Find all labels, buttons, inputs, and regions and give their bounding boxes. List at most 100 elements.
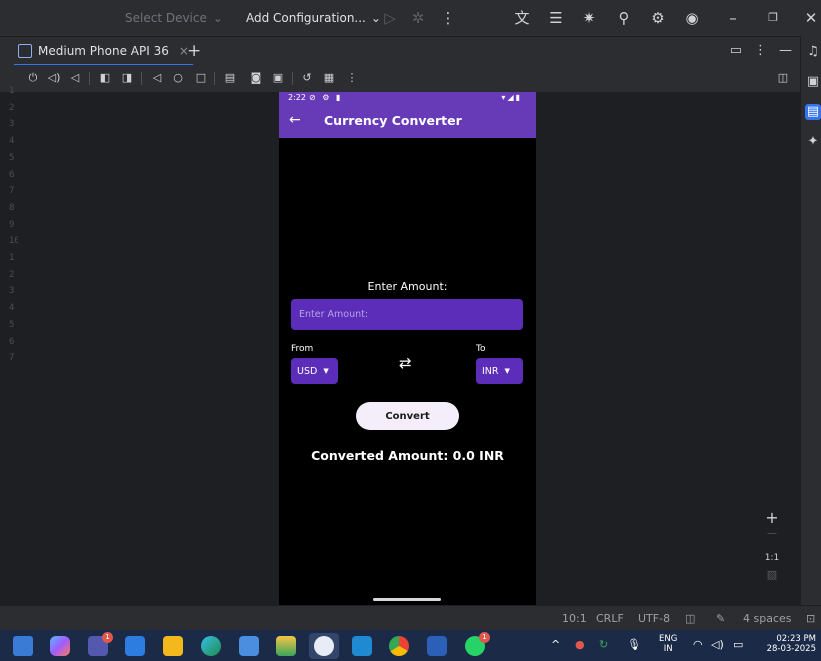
gemini-icon[interactable]: ✦ [805,134,821,150]
minimize-icon[interactable]: – [724,9,742,27]
notepad-icon[interactable] [239,636,259,656]
screenshot-icon[interactable]: ◙ [249,71,263,85]
settings-gear-icon[interactable]: ⚙ [649,9,667,27]
file-explorer-icon[interactable] [163,636,183,656]
zoom-fit-icon[interactable]: ▨ [760,568,784,588]
android-studio-icon[interactable] [314,636,334,656]
line-number: 3 [9,286,15,297]
from-label: From [291,344,314,354]
chrome-icon[interactable] [389,636,409,656]
volume-up-icon[interactable]: ◁) [47,71,61,85]
convert-button[interactable]: Convert [356,402,459,430]
read-only-icon[interactable]: ◫ [685,612,695,625]
copilot-icon[interactable] [50,636,70,656]
tray-app-icon[interactable]: ● [575,638,585,651]
snapshot-icon[interactable]: ↺ [300,71,314,85]
back-nav-icon[interactable]: ◁ [150,71,164,85]
screen-record-icon[interactable]: ▣ [271,71,285,85]
right-tool-strip: ♫ ▣ ▤ ✦ [800,36,821,605]
from-currency-dropdown[interactable]: USD ▼ [291,358,338,384]
volume-down-icon[interactable]: ◁ [68,71,82,85]
amount-input[interactable] [291,299,523,330]
clock-date: 28-03-2025 [766,644,816,654]
indent-setting[interactable]: 4 spaces [743,612,792,625]
volume-icon[interactable]: ◁) [711,638,724,651]
power-icon[interactable]: ⏻ [26,71,40,85]
word-icon[interactable] [427,636,447,656]
close-window-icon[interactable]: ✕ [802,9,820,27]
device-selector[interactable]: Select Device ⌄ [125,11,223,25]
battery-icon[interactable]: ▭ [733,638,743,651]
file-encoding[interactable]: UTF-8 [638,612,670,625]
more-options-icon[interactable]: ⋮ [439,9,457,27]
gesture-navigation-bar[interactable] [373,598,441,601]
run-icon[interactable]: ▷ [381,9,399,27]
show-hidden-icons-icon[interactable]: ^ [551,638,560,651]
account-icon[interactable]: ◉ [683,9,701,27]
tray-sync-icon[interactable]: ↻ [599,638,608,651]
line-number: 6 [9,169,15,180]
extended-controls-icon[interactable]: ▦ [322,71,336,85]
microphone-icon[interactable]: 🎙︎ [627,638,641,651]
restore-icon[interactable]: ❐ [764,9,782,27]
line-number: 1 [9,253,15,263]
build-icon[interactable]: ☰ [547,9,565,27]
window-layout-icon[interactable]: ▭ [730,43,742,58]
device-manager-icon[interactable]: ▣ [805,74,821,90]
run-configuration-selector[interactable]: Add Configuration... ⌄ [246,11,381,25]
app-title: Currency Converter [324,113,462,128]
phone-device-icon [18,43,32,58]
teams-badge: 1 [102,632,113,643]
vscode-icon[interactable] [352,636,372,656]
wifi-icon[interactable]: ◠ [693,638,703,651]
clock[interactable]: 02:23 PM 28-03-2025 [767,634,816,654]
more-options-icon[interactable]: ⋮ [345,71,359,85]
cursor-position[interactable]: 10:1 [562,612,587,625]
input-language[interactable]: ENG IN [659,634,677,654]
app-inspection-icon[interactable]: ✷ [580,9,598,27]
zoom-out-icon[interactable]: — [760,528,784,548]
line-number: 1 [9,86,15,96]
more-options-icon[interactable]: ⋮ [754,43,767,58]
device-mirroring-icon[interactable]: ◫ [776,71,790,85]
phone-status-bar: 2:22 ⊘ ⚙ ▮ ▾◢▮ [279,92,536,105]
whatsapp-icon[interactable]: 1 [465,632,490,656]
tab-medium-phone[interactable]: Medium Phone API 36 × [14,37,193,66]
phone-screen[interactable]: 2:22 ⊘ ⚙ ▮ ▾◢▮ ← Currency Converter Ente… [279,92,536,605]
zoom-actual-size[interactable]: 1:1 [760,548,784,568]
line-number: 8 [9,202,15,213]
line-number: 2 [9,102,15,113]
tab-label: Medium Phone API 36 [38,43,169,58]
to-currency-dropdown[interactable]: INR ▼ [476,358,523,384]
search-icon[interactable]: ⚲ [615,9,633,27]
notifications-icon[interactable]: ♫ [805,44,821,60]
to-label: To [476,344,486,354]
lock-icon[interactable]: ⊡ [806,612,815,625]
whatsapp-badge: 1 [479,632,490,643]
store-icon[interactable] [125,636,145,656]
hide-panel-icon[interactable]: — [779,43,792,58]
rotate-left-icon[interactable]: ◧ [98,71,112,85]
chevron-down-icon: ⌄ [212,11,223,25]
zoom-controls: + — 1:1 ▨ [760,508,784,590]
zoom-in-icon[interactable]: + [760,508,784,528]
app-icon[interactable] [276,636,296,656]
swap-currencies-icon[interactable]: ⇄ [399,354,412,372]
task-view-icon[interactable] [13,636,33,656]
code-style-icon[interactable]: ✎ [716,612,725,625]
fold-icon[interactable]: ▤ [223,71,237,85]
translate-icon[interactable]: 文 [513,9,531,27]
back-arrow-icon[interactable]: ← [289,112,301,128]
home-nav-icon[interactable]: ○ [171,71,185,85]
add-tab-icon[interactable]: + [187,41,201,61]
line-number: 6 [9,336,15,347]
running-devices-icon[interactable]: ▤ [805,104,821,120]
line-number: 4 [9,303,15,314]
line-separator[interactable]: CRLF [596,612,624,625]
edge-icon[interactable] [201,636,221,656]
overview-nav-icon[interactable]: □ [194,71,208,85]
debug-icon[interactable]: ✲ [409,9,427,27]
rotate-right-icon[interactable]: ◨ [120,71,134,85]
teams-icon[interactable]: 1 [88,632,113,656]
from-currency-value: USD [297,365,318,377]
